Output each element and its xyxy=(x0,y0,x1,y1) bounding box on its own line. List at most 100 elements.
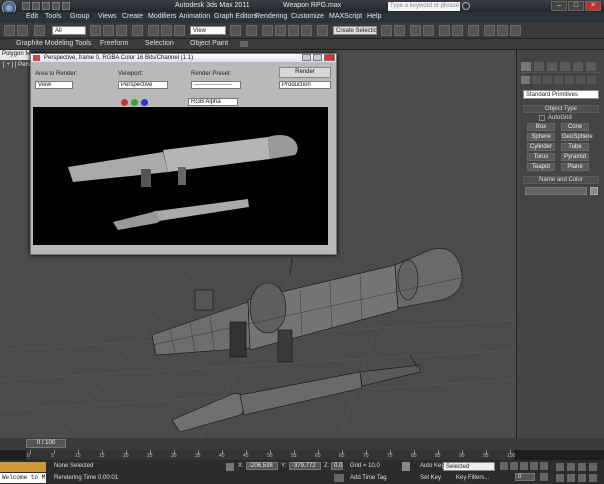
zoom-extents-all-icon[interactable] xyxy=(589,463,597,471)
render-mode-dropdown[interactable]: Production xyxy=(279,81,331,89)
key-icon[interactable] xyxy=(402,462,410,471)
menu-tools[interactable]: Tools xyxy=(45,13,61,20)
menu-animation[interactable]: Animation xyxy=(179,13,210,20)
rpg-grenade-wireframe[interactable] xyxy=(171,354,421,433)
red-channel-icon[interactable] xyxy=(121,99,128,106)
ribbon-minimize-icon[interactable] xyxy=(240,41,248,47)
reference-coordinate-dropdown[interactable]: View xyxy=(190,26,226,35)
selection-filter-dropdown[interactable]: All xyxy=(52,26,86,35)
material-editor-icon[interactable] xyxy=(468,25,479,36)
go-to-start-icon[interactable] xyxy=(500,462,508,470)
autogrid-checkbox[interactable] xyxy=(539,115,545,121)
cone-button[interactable]: Cone xyxy=(561,123,589,131)
edit-named-selection-icon[interactable] xyxy=(317,25,328,36)
selection-region-icon[interactable] xyxy=(116,25,127,36)
object-name-input[interactable] xyxy=(525,187,587,195)
geosphere-button[interactable]: GeoSphere xyxy=(561,133,593,141)
timeline-track[interactable]: 0 5 10 15 20 25 30 35 40 45 50 55 60 65 70 75 80 85 90 95 10… xyxy=(26,450,515,460)
search-input[interactable]: Type a keyword or phrase xyxy=(388,2,460,11)
menu-create[interactable]: Create xyxy=(122,13,143,20)
lock-selection-icon[interactable] xyxy=(226,463,234,471)
snaps-toggle-icon[interactable] xyxy=(262,25,273,36)
select-object-icon[interactable] xyxy=(90,25,101,36)
pivot-center-icon[interactable] xyxy=(230,25,241,36)
pan-icon[interactable] xyxy=(567,474,575,482)
pyramid-button[interactable]: Pyramid xyxy=(561,153,589,161)
name-color-rollout-title[interactable]: Name and Color xyxy=(523,176,599,184)
create-tab-icon[interactable] xyxy=(521,62,531,71)
minimize-icon[interactable]: – xyxy=(551,1,567,11)
mirror-icon[interactable] xyxy=(381,25,392,36)
lights-icon[interactable] xyxy=(543,76,552,84)
play-icon[interactable] xyxy=(520,462,528,470)
tab-selection[interactable]: Selection xyxy=(145,40,174,47)
open-file-icon[interactable] xyxy=(32,2,40,10)
render-preset-dropdown[interactable]: ------------------- xyxy=(191,81,241,89)
maximize-icon[interactable]: □ xyxy=(568,1,584,11)
link-icon[interactable] xyxy=(34,25,45,36)
menu-help[interactable]: Help xyxy=(367,13,381,20)
channel-display-dropdown[interactable]: RGB Alpha xyxy=(188,98,238,106)
menu-customize[interactable]: Customize xyxy=(291,13,324,20)
mini-listener-pink[interactable] xyxy=(0,462,46,472)
angle-snap-icon[interactable] xyxy=(275,25,286,36)
geometry-icon[interactable] xyxy=(521,76,530,84)
helpers-icon[interactable] xyxy=(565,76,574,84)
zoom-extents-icon[interactable] xyxy=(578,463,586,471)
menu-edit[interactable]: Edit xyxy=(26,13,38,20)
go-to-end-icon[interactable] xyxy=(540,462,548,470)
menu-modifiers[interactable]: Modifiers xyxy=(148,13,176,20)
menu-maxscript[interactable]: MAXScript xyxy=(329,13,362,20)
menu-views[interactable]: Views xyxy=(98,13,117,20)
zoom-icon[interactable] xyxy=(556,463,564,471)
tube-button[interactable]: Tube xyxy=(561,143,589,151)
next-frame-icon[interactable] xyxy=(530,462,538,470)
set-key-button[interactable]: Set Key xyxy=(420,475,441,481)
add-time-tag-button[interactable]: Add Time Tag xyxy=(350,475,387,481)
y-coord-field[interactable]: -379,772 xyxy=(289,462,321,470)
scale-icon[interactable] xyxy=(174,25,185,36)
time-tag-icon[interactable] xyxy=(334,474,344,482)
render-button[interactable]: Render xyxy=(279,67,331,78)
redo-icon[interactable] xyxy=(62,2,70,10)
tab-freeform[interactable]: Freeform xyxy=(100,40,128,47)
key-filters-button[interactable]: Key Filters... xyxy=(456,475,489,481)
auto-key-button[interactable]: Auto Key xyxy=(420,463,444,469)
viewport-dropdown[interactable]: Perspective xyxy=(118,81,168,89)
new-file-icon[interactable] xyxy=(22,2,30,10)
object-type-rollout-title[interactable]: Object Type xyxy=(523,105,599,113)
time-slider-thumb[interactable]: 0 / 100 xyxy=(26,439,66,448)
time-config-icon[interactable] xyxy=(540,473,548,481)
graphite-toggle-icon[interactable] xyxy=(423,25,434,36)
torus-button[interactable]: Torus xyxy=(527,153,555,161)
rfw-maximize-icon[interactable] xyxy=(313,54,322,61)
menu-group[interactable]: Group xyxy=(70,13,89,20)
menu-rendering[interactable]: Rendering xyxy=(255,13,287,20)
object-color-swatch[interactable] xyxy=(590,187,598,195)
undo-toolbar-icon[interactable] xyxy=(4,25,15,36)
maxscript-listener[interactable]: Welcome to M xyxy=(0,473,46,483)
box-button[interactable]: Box xyxy=(527,123,555,131)
move-icon[interactable] xyxy=(148,25,159,36)
hierarchy-tab-icon[interactable] xyxy=(547,62,557,71)
rpg-launcher-wireframe[interactable] xyxy=(151,248,463,363)
curve-editor-icon[interactable] xyxy=(439,25,450,36)
spinner-snap-icon[interactable] xyxy=(301,25,312,36)
plane-button[interactable]: Plane xyxy=(561,163,589,171)
cylinder-button[interactable]: Cylinder xyxy=(527,143,555,151)
display-tab-icon[interactable] xyxy=(573,62,583,71)
utilities-tab-icon[interactable] xyxy=(586,62,596,71)
render-production-icon[interactable] xyxy=(510,25,521,36)
field-of-view-icon[interactable] xyxy=(556,474,564,482)
blue-channel-icon[interactable] xyxy=(141,99,148,106)
layer-manager-icon[interactable] xyxy=(410,25,421,36)
systems-icon[interactable] xyxy=(587,76,596,84)
sphere-button[interactable]: Sphere xyxy=(527,133,555,141)
primitive-category-dropdown[interactable]: Standard Primitives xyxy=(523,90,599,99)
modify-tab-icon[interactable] xyxy=(534,62,544,71)
cameras-icon[interactable] xyxy=(554,76,563,84)
named-selection-dropdown[interactable]: Create Selection Set xyxy=(333,26,377,35)
percent-snap-icon[interactable] xyxy=(288,25,299,36)
redo-toolbar-icon[interactable] xyxy=(17,25,28,36)
render-setup-icon[interactable] xyxy=(484,25,495,36)
